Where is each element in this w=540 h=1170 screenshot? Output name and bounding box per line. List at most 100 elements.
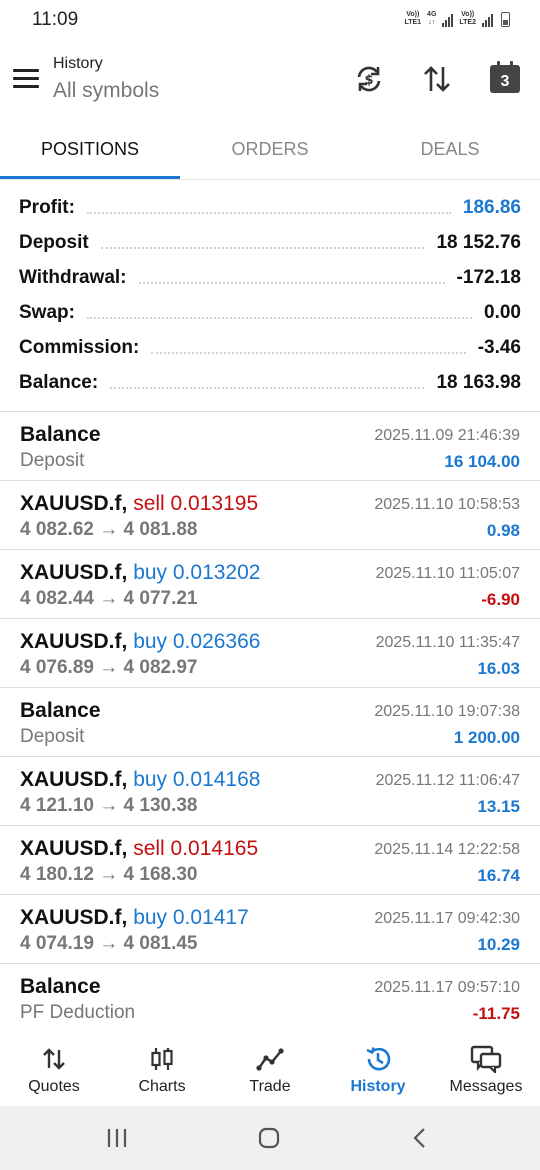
svg-text:$: $ (364, 73, 373, 88)
item-open-price: 4 121.10 (20, 795, 94, 816)
list-item-balance[interactable]: Balance PF Deduction 2025.11.17 09:57:10… (0, 964, 540, 1033)
swap-label: Swap: (19, 301, 75, 323)
list-item-balance[interactable]: Balance Deposit 2025.11.10 19:07:38 1 20… (0, 688, 540, 757)
item-close-price: 4 082.97 (123, 657, 198, 678)
list-item-deal[interactable]: XAUUSD.f, sell 0.014165 4 180.12 → 4 168… (0, 826, 540, 895)
item-open-price: 4 082.44 (20, 588, 94, 609)
item-time: 2025.11.10 11:35:47 (375, 634, 520, 651)
network-type-icon: 4G ↓↑ (427, 11, 437, 26)
list-item-deal[interactable]: XAUUSD.f, buy 0.014168 4 121.10 → 4 130.… (0, 757, 540, 826)
app-header: History All symbols $ 3 (0, 44, 540, 114)
list-item-deal[interactable]: XAUUSD.f, buy 0.026366 4 076.89 → 4 082.… (0, 619, 540, 688)
signal-sim2-icon (482, 13, 493, 27)
dot-leader (151, 350, 466, 354)
item-symbol: XAUUSD.f, (20, 768, 128, 791)
calendar-icon: 3 (490, 61, 520, 93)
history-list: Balance Deposit 2025.11.09 21:46:39 16 1… (0, 412, 540, 1033)
item-value: -11.75 (472, 1004, 520, 1023)
item-open-price: 4 074.19 (20, 933, 94, 954)
nav-label: Trade (249, 1078, 291, 1095)
tab-positions[interactable]: POSITIONS (0, 125, 180, 179)
item-comment: Deposit (20, 450, 85, 471)
calendar-period-button[interactable]: 3 (487, 61, 523, 97)
summary-row-withdrawal: Withdrawal: -172.18 (0, 260, 540, 295)
item-time: 2025.11.12 11:06:47 (375, 772, 520, 789)
recent-apps-button[interactable] (104, 1124, 130, 1152)
sort-button[interactable] (419, 61, 455, 97)
item-comment: PF Deduction (20, 1002, 136, 1023)
item-close-price: 4 077.21 (123, 588, 198, 609)
item-title: Balance (20, 975, 101, 998)
item-time: 2025.11.10 11:05:07 (375, 565, 520, 582)
item-value: 16.74 (477, 866, 520, 885)
item-value: 16 104.00 (444, 452, 520, 471)
summary-row-profit: Profit: 186.86 (0, 190, 540, 225)
tab-orders[interactable]: ORDERS (180, 125, 360, 179)
back-icon (413, 1128, 425, 1148)
volte-sim1-icon: Vo)) LTE1 (404, 11, 422, 26)
item-close-price: 4 081.45 (123, 933, 198, 954)
volte-sim2-icon: Vo)) LTE2 (459, 11, 476, 26)
withdrawal-value: -172.18 (456, 266, 521, 288)
dot-leader (138, 280, 445, 284)
summary-row-swap: Swap: 0.00 (0, 295, 540, 330)
item-symbol: XAUUSD.f, (20, 906, 128, 929)
swap-value: 0.00 (484, 301, 521, 323)
item-title: Balance (20, 423, 101, 446)
item-time: 2025.11.10 10:58:53 (374, 496, 520, 513)
list-item-deal[interactable]: XAUUSD.f, buy 0.01417 4 074.19 → 4 081.4… (0, 895, 540, 964)
nav-label: Messages (449, 1078, 523, 1095)
arrow-right-icon: → (99, 657, 119, 678)
signal-sim1-icon (442, 13, 454, 27)
nav-charts[interactable]: Charts (108, 1026, 216, 1106)
page-title: History (53, 55, 103, 72)
nav-quotes[interactable]: Quotes (0, 1026, 108, 1106)
dot-leader (110, 385, 425, 389)
item-time: 2025.11.10 19:07:38 (374, 703, 520, 720)
trade-icon (256, 1048, 284, 1071)
balance-label: Balance: (19, 371, 99, 393)
withdrawal-label: Withdrawal: (19, 266, 127, 288)
list-item-deal[interactable]: XAUUSD.f, buy 0.013202 4 082.44 → 4 077.… (0, 550, 540, 619)
item-open-price: 4 082.62 (20, 519, 94, 540)
commission-label: Commission: (19, 336, 140, 358)
dot-leader (86, 210, 451, 214)
arrow-right-icon: → (99, 795, 119, 816)
back-button[interactable] (408, 1124, 432, 1152)
item-open-price: 4 180.12 (20, 864, 94, 885)
list-item-deal[interactable]: XAUUSD.f, sell 0.013195 4 082.62 → 4 081… (0, 481, 540, 550)
nav-label: Charts (138, 1078, 186, 1095)
item-direction: sell 0.013195 (133, 492, 259, 515)
item-time: 2025.11.17 09:42:30 (374, 910, 520, 927)
nav-trade[interactable]: Trade (216, 1026, 324, 1106)
list-item-balance[interactable]: Balance Deposit 2025.11.09 21:46:39 16 1… (0, 412, 540, 481)
item-close-price: 4 168.30 (123, 864, 198, 885)
item-close-price: 4 130.38 (123, 795, 198, 816)
item-value: 13.15 (477, 797, 520, 816)
summary-row-balance: Balance: 18 163.98 (0, 365, 540, 400)
nav-history[interactable]: History (324, 1026, 432, 1106)
battery-icon (501, 12, 510, 27)
nav-label: Quotes (28, 1078, 80, 1095)
hamburger-menu-icon[interactable] (13, 69, 39, 89)
profit-value: 186.86 (462, 196, 521, 218)
tabs-divider (0, 179, 540, 180)
item-value: -6.90 (481, 590, 520, 609)
home-icon (258, 1127, 280, 1149)
arrow-right-icon: → (99, 864, 119, 885)
dot-leader (100, 245, 425, 249)
item-symbol: XAUUSD.f, (20, 561, 128, 584)
item-symbol: XAUUSD.f, (20, 492, 128, 515)
tab-deals[interactable]: DEALS (360, 125, 540, 179)
item-value: 16.03 (477, 659, 520, 678)
deposit-label: Deposit (19, 231, 89, 253)
arrow-right-icon: → (99, 588, 119, 609)
item-time: 2025.11.09 21:46:39 (374, 427, 520, 444)
nav-messages[interactable]: Messages (432, 1026, 540, 1106)
home-button[interactable] (255, 1124, 283, 1152)
currency-exchange-button[interactable]: $ (351, 61, 387, 97)
dot-leader (86, 315, 473, 319)
symbol-filter[interactable]: All symbols (53, 79, 159, 103)
item-value: 10.29 (477, 935, 520, 954)
messages-icon (470, 1045, 502, 1073)
